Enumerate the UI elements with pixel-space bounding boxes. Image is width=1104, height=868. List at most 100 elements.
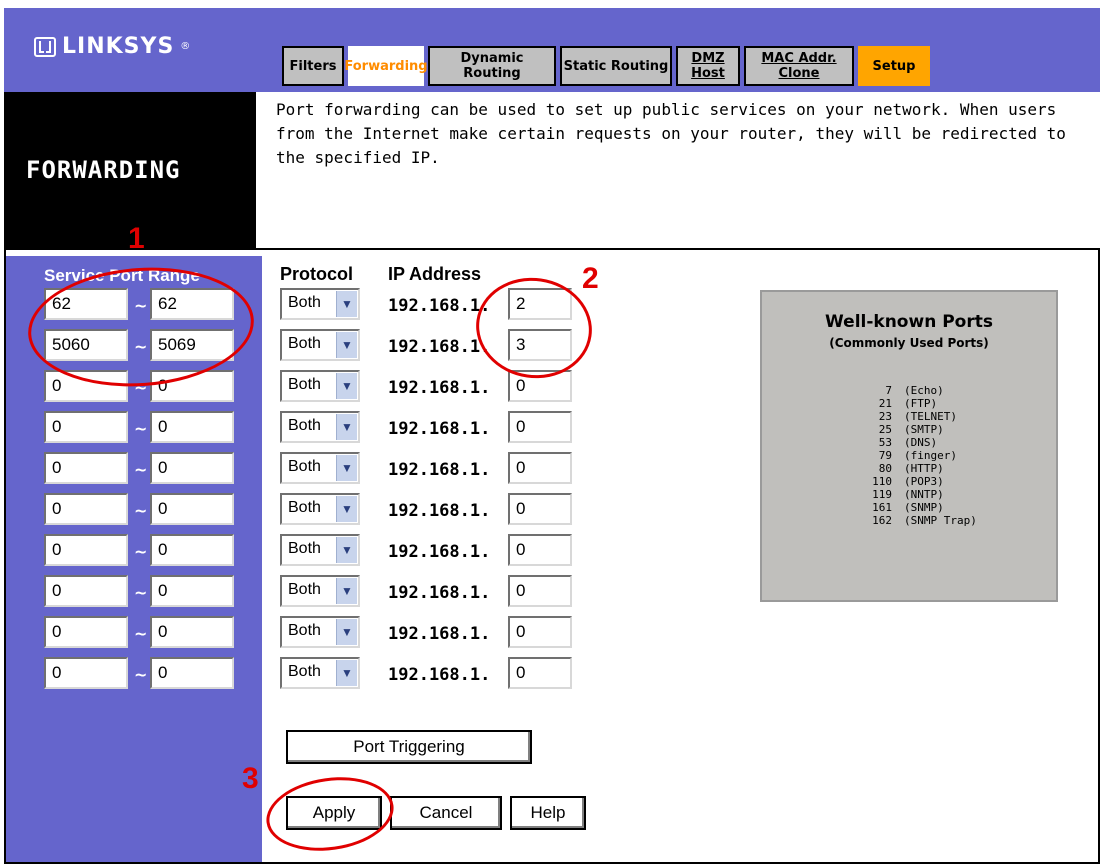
ip-prefix: 192.168.1.: [388, 501, 491, 521]
protocol-select[interactable]: Both ▼: [280, 370, 360, 402]
ip-last-octet-input[interactable]: 0: [508, 411, 572, 443]
protocol-value: Both: [288, 417, 321, 434]
annotation-number: 3: [242, 762, 259, 795]
tab-dmz-host[interactable]: DMZ Host: [676, 46, 740, 86]
range-separator: ~: [134, 419, 148, 438]
port-number: 21: [878, 397, 892, 410]
port-end-input[interactable]: 0: [150, 616, 234, 648]
port-start-input[interactable]: 0: [44, 575, 128, 607]
protocol-value: Both: [288, 581, 321, 598]
chevron-down-icon: ▼: [336, 373, 357, 399]
ip-prefix: 192.168.1.: [388, 296, 491, 316]
protocol-value: Both: [288, 499, 321, 516]
port-number: 53: [878, 436, 892, 449]
port-start-input[interactable]: 0: [44, 616, 128, 648]
help-button[interactable]: Help: [510, 796, 586, 830]
port-start-input[interactable]: 0: [44, 493, 128, 525]
port-end-input[interactable]: 0: [150, 657, 234, 689]
port-service: (HTTP): [904, 462, 944, 475]
port-number: 119: [872, 488, 892, 501]
port-number: 79: [878, 449, 892, 462]
protocol-select[interactable]: Both ▼: [280, 657, 360, 689]
ip-prefix: 192.168.1.: [388, 460, 491, 480]
well-known-port-item: 80 (HTTP): [852, 462, 944, 475]
chevron-down-icon: ▼: [336, 414, 357, 440]
well-known-port-item: 7 (Echo): [852, 384, 944, 397]
tab-label: MAC Addr. Clone: [761, 51, 837, 81]
tab-label: Dynamic Routing: [460, 51, 524, 81]
protocol-select[interactable]: Both ▼: [280, 575, 360, 607]
port-number: 7: [885, 384, 892, 397]
port-end-input[interactable]: 0: [150, 575, 234, 607]
chevron-down-icon: ▼: [336, 619, 357, 645]
linksys-logo: LINKSYS ®: [34, 34, 191, 59]
ip-prefix: 192.168.1.: [388, 583, 491, 603]
tab-setup[interactable]: Setup: [858, 46, 930, 86]
range-separator: ~: [134, 624, 148, 643]
tab-static-routing[interactable]: Static Routing: [560, 46, 672, 86]
protocol-select[interactable]: Both ▼: [280, 493, 360, 525]
port-number: 110: [872, 475, 892, 488]
cancel-button[interactable]: Cancel: [390, 796, 502, 830]
ip-last-octet-input[interactable]: 0: [508, 616, 572, 648]
protocol-select[interactable]: Both ▼: [280, 534, 360, 566]
chevron-down-icon: ▼: [336, 537, 357, 563]
chevron-down-icon: ▼: [336, 455, 357, 481]
ip-last-octet-input[interactable]: 0: [508, 534, 572, 566]
range-separator: ~: [134, 460, 148, 479]
range-separator: ~: [134, 665, 148, 684]
well-known-port-item: 25 (SMTP): [852, 423, 944, 436]
port-service: (finger): [904, 449, 957, 462]
port-start-input[interactable]: 0: [44, 452, 128, 484]
range-separator: ~: [134, 501, 148, 520]
port-service: (Echo): [904, 384, 944, 397]
well-known-port-item: 119 (NNTP): [852, 488, 944, 501]
port-start-input[interactable]: 0: [44, 411, 128, 443]
port-number: 161: [872, 501, 892, 514]
tab-dynamic-routing[interactable]: Dynamic Routing: [428, 46, 556, 86]
ip-prefix: 192.168.1.: [388, 419, 491, 439]
tab-forwarding[interactable]: Forwarding: [344, 46, 428, 86]
ip-prefix: 192.168.1.: [388, 542, 491, 562]
port-end-input[interactable]: 0: [150, 411, 234, 443]
port-service: (NNTP): [904, 488, 944, 501]
port-start-input[interactable]: 0: [44, 534, 128, 566]
well-known-port-item: 79 (finger): [852, 449, 957, 462]
protocol-select[interactable]: Both ▼: [280, 452, 360, 484]
port-service: (POP3): [904, 475, 944, 488]
port-service: (SMTP): [904, 423, 944, 436]
protocol-value: Both: [288, 663, 321, 680]
protocol-select[interactable]: Both ▼: [280, 329, 360, 361]
protocol-select[interactable]: Both ▼: [280, 411, 360, 443]
port-triggering-button[interactable]: Port Triggering: [286, 730, 532, 764]
ip-last-octet-input[interactable]: 0: [508, 657, 572, 689]
protocol-value: Both: [288, 294, 321, 311]
chevron-down-icon: ▼: [336, 332, 357, 358]
ip-last-octet-input[interactable]: 0: [508, 575, 572, 607]
tab-filters[interactable]: Filters: [282, 46, 344, 86]
brand-registered-mark: ®: [180, 41, 192, 52]
protocol-select[interactable]: Both ▼: [280, 616, 360, 648]
well-known-ports-title: Well-known Ports: [825, 312, 993, 332]
ip-prefix: 192.168.1.: [388, 337, 491, 357]
port-end-input[interactable]: 0: [150, 534, 234, 566]
ip-prefix: 192.168.1.: [388, 624, 491, 644]
well-known-port-item: 53 (DNS): [852, 436, 937, 449]
well-known-port-item: 21 (FTP): [852, 397, 937, 410]
port-service: (FTP): [904, 397, 938, 410]
protocol-select[interactable]: Both ▼: [280, 288, 360, 320]
tab-label: Static Routing: [563, 58, 669, 74]
port-start-input[interactable]: 0: [44, 657, 128, 689]
port-end-input[interactable]: 0: [150, 452, 234, 484]
tab-label: DMZ Host: [691, 51, 725, 81]
port-service: (SNMP Trap): [904, 514, 977, 527]
tab-mac-addr-clone[interactable]: MAC Addr. Clone: [744, 46, 854, 86]
tab-label: Filters: [289, 58, 337, 74]
protocol-value: Both: [288, 540, 321, 557]
ip-last-octet-input[interactable]: 0: [508, 493, 572, 525]
tab-label: Setup: [872, 58, 916, 74]
port-end-input[interactable]: 0: [150, 493, 234, 525]
port-service: (SNMP): [904, 501, 944, 514]
tab-bar: Filters Forwarding Dynamic Routing Static R…: [282, 46, 934, 90]
ip-last-octet-input[interactable]: 0: [508, 452, 572, 484]
